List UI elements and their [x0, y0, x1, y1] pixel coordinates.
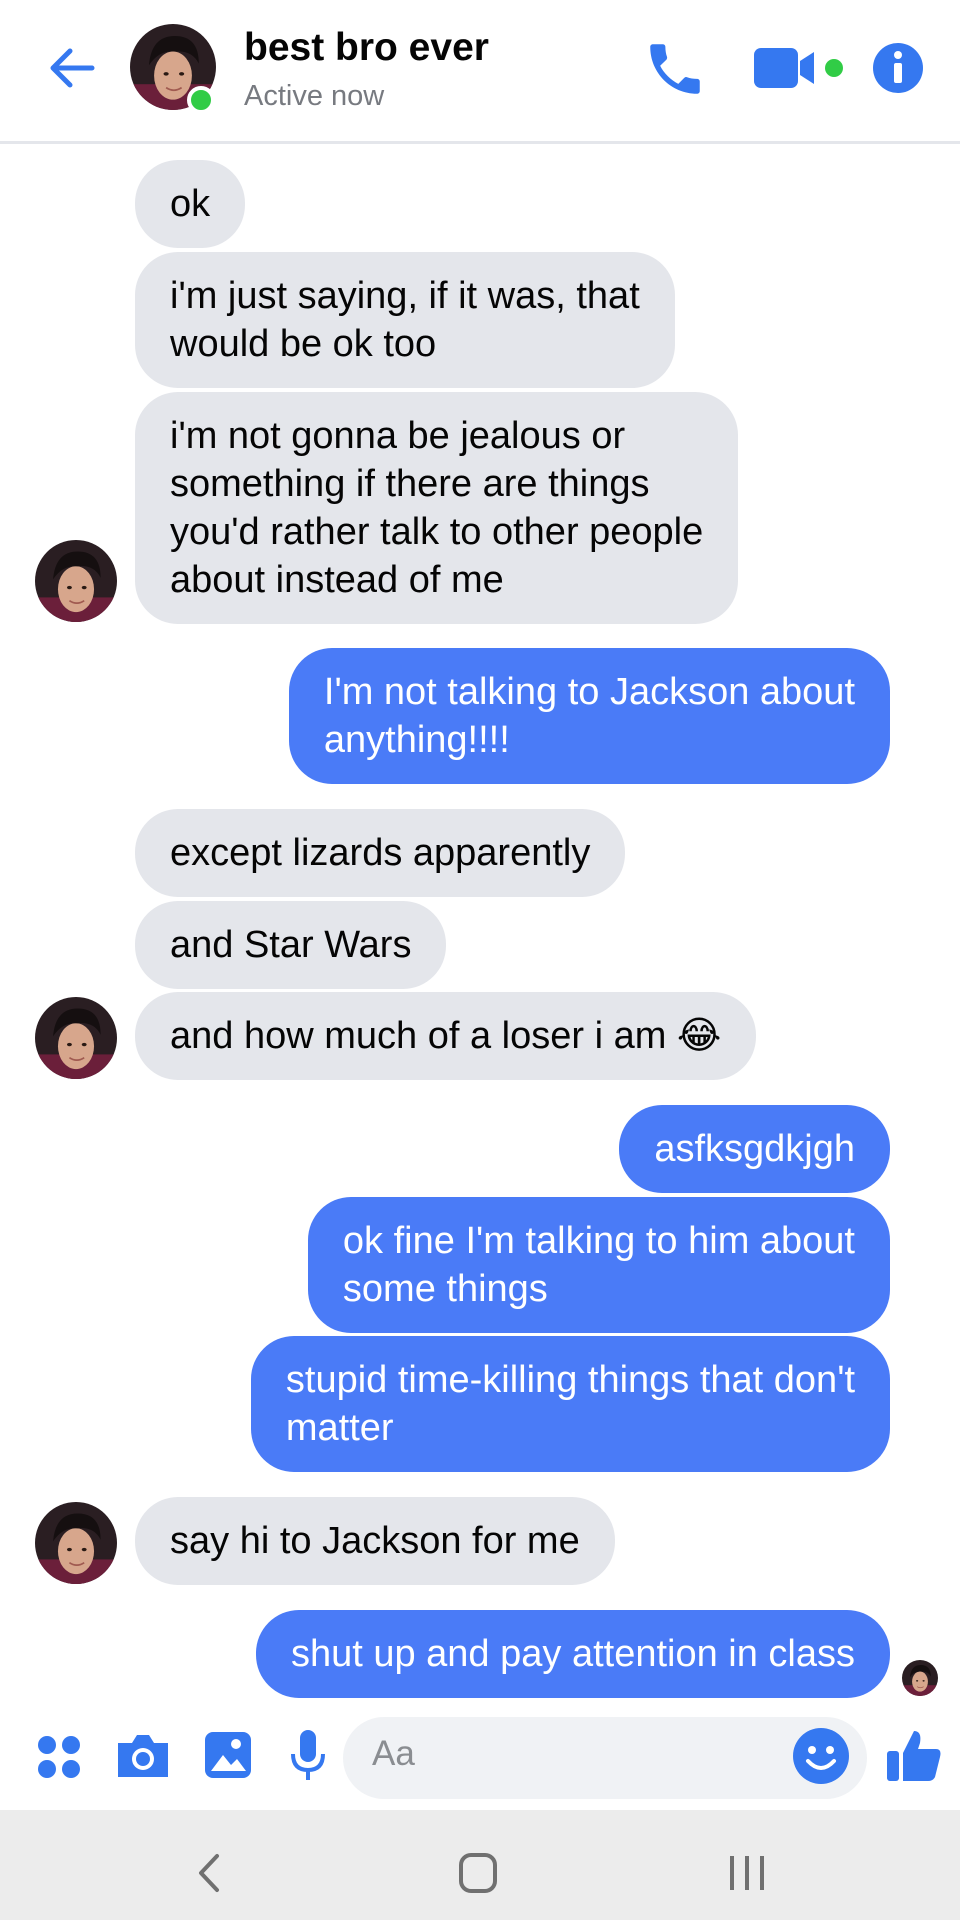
message-input[interactable]: [343, 1717, 867, 1799]
message-bubble-incoming[interactable]: i'm just saying, if it was, that would b…: [135, 252, 675, 388]
active-status: Active now: [244, 80, 385, 112]
phone-icon[interactable]: [642, 36, 708, 102]
info-icon[interactable]: [872, 42, 924, 94]
home-nav-icon[interactable]: [443, 1838, 513, 1908]
message-bubble-outgoing[interactable]: ok fine I'm talking to him about some th…: [307, 1197, 890, 1333]
message-bubble-incoming[interactable]: except lizards apparently: [135, 809, 626, 897]
seen-receipt-avatar: [902, 1660, 938, 1696]
recents-nav-icon[interactable]: [712, 1838, 782, 1908]
message-input-placeholder: Aa: [372, 1734, 415, 1773]
message-bubble-incoming[interactable]: and Star Wars: [135, 901, 447, 989]
back-nav-icon[interactable]: [175, 1838, 245, 1908]
thumbs-up-icon[interactable]: [884, 1725, 944, 1785]
message-thread[interactable]: ok i'm just saying, if it was, that woul…: [0, 147, 960, 1700]
conversation-header: best bro ever Active now: [0, 0, 960, 144]
message-bubble-outgoing[interactable]: I'm not talking to Jackson about anythin…: [288, 648, 890, 784]
sender-avatar[interactable]: [35, 540, 117, 622]
message-bubble-incoming[interactable]: and how much of a loser i am 😂: [135, 992, 757, 1080]
message-composer: Aa: [0, 1700, 960, 1810]
message-bubble-incoming[interactable]: ok: [135, 160, 246, 248]
online-status-dot: [187, 86, 215, 114]
contact-name[interactable]: best bro ever: [244, 26, 489, 70]
system-navigation-bar: [0, 1810, 960, 1920]
emoji-icon[interactable]: [792, 1727, 850, 1785]
apps-grid-icon[interactable]: [36, 1734, 82, 1780]
sender-avatar[interactable]: [35, 997, 117, 1079]
camera-icon[interactable]: [114, 1731, 172, 1781]
gallery-icon[interactable]: [202, 1729, 254, 1781]
message-bubble-incoming[interactable]: i'm not gonna be jealous or something if…: [135, 392, 739, 624]
message-bubble-outgoing[interactable]: stupid time-killing things that don't ma…: [250, 1336, 890, 1472]
sender-avatar[interactable]: [35, 1502, 117, 1584]
message-bubble-outgoing[interactable]: shut up and pay attention in class: [255, 1610, 890, 1698]
message-bubble-outgoing[interactable]: asfksgdkjgh: [619, 1105, 890, 1193]
back-arrow-icon[interactable]: [44, 40, 100, 96]
video-camera-icon[interactable]: [752, 44, 848, 94]
message-bubble-incoming[interactable]: say hi to Jackson for me: [135, 1497, 615, 1585]
microphone-icon[interactable]: [288, 1728, 328, 1784]
